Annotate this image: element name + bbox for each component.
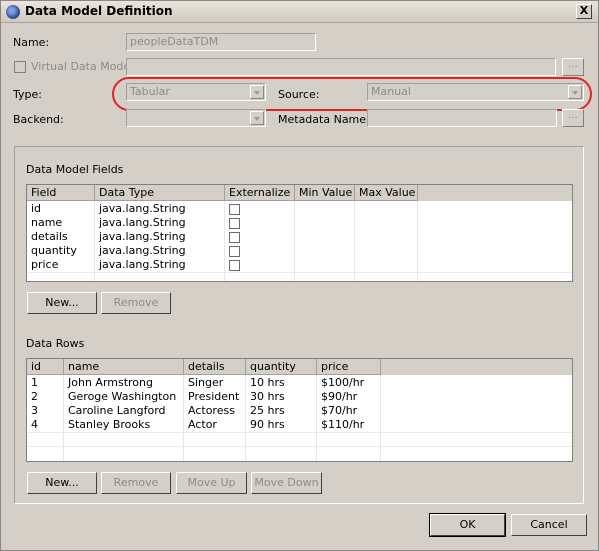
chevron-down-icon[interactable] <box>568 85 582 99</box>
quantity-cell[interactable]: 10 hrs <box>246 376 317 390</box>
column-header[interactable]: details <box>184 359 246 375</box>
column-header[interactable]: Max Value <box>355 185 418 201</box>
price-cell[interactable]: $90/hr <box>317 390 381 404</box>
externalize-checkbox[interactable] <box>229 246 240 257</box>
price-cell[interactable]: $110/hr <box>317 418 381 432</box>
table-row[interactable]: price java.lang.String <box>27 258 572 272</box>
table-row[interactable]: quantity java.lang.String <box>27 244 572 258</box>
externalize-checkbox[interactable] <box>229 204 240 215</box>
cancel-button[interactable]: Cancel <box>511 514 587 536</box>
table-row[interactable]: 1 John Armstrong Singer 10 hrs $100/hr <box>27 376 572 390</box>
fields-table[interactable]: Field Data Type Externalize Min Value Ma… <box>26 184 573 282</box>
table-row[interactable]: 2 Geroge Washington President 30 hrs $90… <box>27 390 572 404</box>
fields-new-button[interactable]: New... <box>27 292 97 314</box>
type-value: Tabular <box>130 85 170 98</box>
details-cell[interactable]: President <box>184 390 246 404</box>
field-cell[interactable]: name <box>27 216 95 230</box>
type-combo[interactable]: Tabular <box>126 83 266 101</box>
virtual-browse-button[interactable]: ... <box>562 58 584 76</box>
rows-table-header: id name details quantity price <box>27 359 572 375</box>
price-cell[interactable]: $100/hr <box>317 376 381 390</box>
name-field[interactable]: peopleDataTDM <box>126 33 316 51</box>
field-cell[interactable]: price <box>27 258 95 272</box>
table-row[interactable]: details java.lang.String <box>27 230 572 244</box>
table-row[interactable]: id java.lang.String <box>27 202 572 216</box>
type-cell[interactable]: java.lang.String <box>95 216 225 230</box>
rows-table[interactable]: id name details quantity price 1 John Ar… <box>26 358 573 462</box>
metadata-name-label: Metadata Name: <box>278 113 370 126</box>
column-header[interactable]: Data Type <box>95 185 225 201</box>
column-header[interactable]: name <box>64 359 184 375</box>
metadata-name-field[interactable] <box>367 109 557 127</box>
type-label: Type: <box>13 88 42 101</box>
type-cell[interactable]: java.lang.String <box>95 258 225 272</box>
column-header[interactable]: quantity <box>246 359 317 375</box>
externalize-cell[interactable] <box>225 202 295 216</box>
quantity-cell[interactable]: 90 hrs <box>246 418 317 432</box>
eclipse-icon <box>6 5 20 19</box>
virtual-data-model-label: Virtual Data Model <box>31 60 134 73</box>
quantity-cell[interactable]: 25 hrs <box>246 404 317 418</box>
table-row[interactable]: name java.lang.String <box>27 216 572 230</box>
title-bar[interactable]: Data Model Definition X <box>1 1 598 23</box>
price-cell[interactable]: $70/hr <box>317 404 381 418</box>
id-cell[interactable]: 2 <box>27 390 64 404</box>
column-header[interactable]: Externalize <box>225 185 295 201</box>
source-combo[interactable]: Manual <box>367 83 584 101</box>
type-cell[interactable]: java.lang.String <box>95 202 225 216</box>
externalize-cell[interactable] <box>225 244 295 258</box>
name-cell[interactable]: Geroge Washington <box>64 390 184 404</box>
fields-table-header: Field Data Type Externalize Min Value Ma… <box>27 185 572 201</box>
move-down-button[interactable]: Move Down <box>251 472 322 494</box>
dialog-title: Data Model Definition <box>25 4 173 18</box>
backend-combo[interactable] <box>126 109 266 127</box>
externalize-cell[interactable] <box>225 258 295 272</box>
chevron-down-icon[interactable] <box>250 111 264 125</box>
ok-button[interactable]: OK <box>429 513 506 537</box>
externalize-checkbox[interactable] <box>229 232 240 243</box>
rows-section-title: Data Rows <box>26 337 85 350</box>
move-up-button[interactable]: Move Up <box>176 472 247 494</box>
id-cell[interactable]: 3 <box>27 404 64 418</box>
field-cell[interactable]: details <box>27 230 95 244</box>
rows-new-button[interactable]: New... <box>27 472 97 494</box>
virtual-data-model-checkbox[interactable] <box>14 61 26 73</box>
chevron-down-icon[interactable] <box>250 85 264 99</box>
externalize-checkbox[interactable] <box>229 218 240 229</box>
details-cell[interactable]: Actoress <box>184 404 246 418</box>
externalize-cell[interactable] <box>225 216 295 230</box>
externalize-checkbox[interactable] <box>229 260 240 271</box>
externalize-cell[interactable] <box>225 230 295 244</box>
close-button[interactable]: X <box>576 4 592 19</box>
column-header[interactable]: Min Value <box>295 185 355 201</box>
name-cell[interactable]: John Armstrong <box>64 376 184 390</box>
fields-section-title: Data Model Fields <box>26 163 124 176</box>
source-value: Manual <box>371 85 411 98</box>
column-header[interactable]: Field <box>27 185 95 201</box>
fields-remove-button[interactable]: Remove <box>101 292 171 314</box>
details-cell[interactable]: Singer <box>184 376 246 390</box>
field-cell[interactable]: quantity <box>27 244 95 258</box>
name-label: Name: <box>13 36 50 49</box>
column-header[interactable]: price <box>317 359 381 375</box>
column-header[interactable]: id <box>27 359 64 375</box>
rows-remove-button[interactable]: Remove <box>101 472 171 494</box>
backend-label: Backend: <box>13 113 64 126</box>
name-cell[interactable]: Caroline Langford <box>64 404 184 418</box>
quantity-cell[interactable]: 30 hrs <box>246 390 317 404</box>
metadata-browse-button[interactable]: ... <box>562 109 584 127</box>
type-cell[interactable]: java.lang.String <box>95 244 225 258</box>
id-cell[interactable]: 1 <box>27 376 64 390</box>
source-label: Source: <box>278 88 320 101</box>
type-cell[interactable]: java.lang.String <box>95 230 225 244</box>
virtual-data-model-field[interactable] <box>126 58 556 76</box>
table-row[interactable]: 3 Caroline Langford Actoress 25 hrs $70/… <box>27 404 572 418</box>
name-cell[interactable]: Stanley Brooks <box>64 418 184 432</box>
field-cell[interactable]: id <box>27 202 95 216</box>
data-model-dialog: Data Model Definition X Name: peopleData… <box>0 0 599 551</box>
table-row[interactable]: 4 Stanley Brooks Actor 90 hrs $110/hr <box>27 418 572 432</box>
details-cell[interactable]: Actor <box>184 418 246 432</box>
id-cell[interactable]: 4 <box>27 418 64 432</box>
